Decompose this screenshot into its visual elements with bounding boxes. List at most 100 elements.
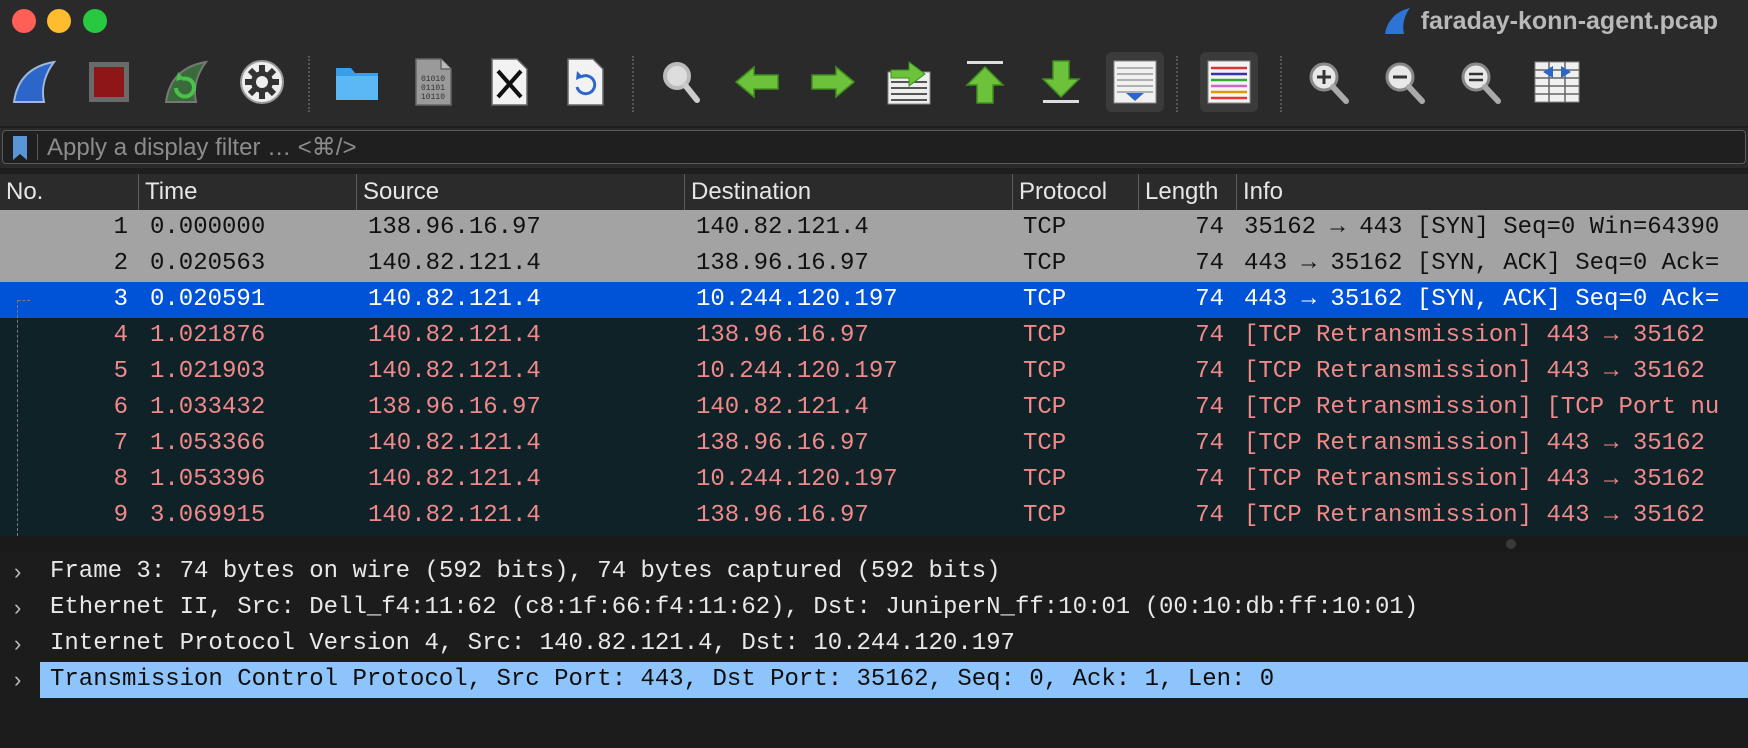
reload-file-button[interactable] <box>556 52 614 112</box>
restart-capture-button[interactable] <box>157 52 215 112</box>
cell-destination: 10.244.120.197 <box>696 358 898 385</box>
detail-tree-item[interactable]: › Frame 3: 74 bytes on wire (592 bits), 7… <box>0 554 1748 590</box>
detail-tree-item-label: Ethernet II, Src: Dell_f4:11:62 (c8:1f:6… <box>50 594 1419 621</box>
detail-tree-item[interactable]: › Transmission Control Protocol, Src Port… <box>0 662 1748 698</box>
splitter-handle[interactable] <box>1506 539 1516 549</box>
colorize-button[interactable] <box>1200 52 1258 112</box>
cell-source: 140.82.121.4 <box>368 466 541 493</box>
window-title: faraday-konn-agent.pcap <box>1383 6 1718 36</box>
resize-columns-button[interactable] <box>1528 52 1586 112</box>
packet-list: 1 0.000000 138.96.16.97 140.82.121.4 TCP 74 35… <box>0 210 1748 536</box>
display-filter-bar <box>0 128 1748 168</box>
cell-length: 74 <box>1195 394 1224 421</box>
cell-source: 140.82.121.4 <box>368 502 541 529</box>
cell-destination: 138.96.16.97 <box>696 430 869 457</box>
cell-source: 138.96.16.97 <box>368 214 541 241</box>
title-bar: faraday-konn-agent.pcap <box>0 0 1748 44</box>
cell-info: [TCP Retransmission] 443 → 35162 <box>1244 466 1705 493</box>
go-to-packet-button[interactable] <box>880 52 938 112</box>
zoom-reset-button[interactable] <box>1452 52 1510 112</box>
packet-row[interactable]: 3 0.020591 140.82.121.4 10.244.120.197 TCP 74… <box>0 282 1748 318</box>
main-toolbar: 01010 01101 10110 <box>0 44 1748 126</box>
close-window-button[interactable] <box>12 9 36 33</box>
column-header-destination[interactable]: Destination <box>684 174 1012 210</box>
zoom-in-icon <box>1309 62 1349 104</box>
cell-time: 1.053366 <box>150 430 266 457</box>
chevron-right-icon[interactable]: › <box>14 554 30 590</box>
cell-info: [TCP Retransmission] [TCP Port nu <box>1244 394 1720 421</box>
column-header-protocol[interactable]: Protocol <box>1012 174 1138 210</box>
cell-length: 74 <box>1195 502 1224 529</box>
packet-row[interactable]: 2 0.020563 140.82.121.4 138.96.16.97 TCP 74 44… <box>0 246 1748 282</box>
reload-file-icon <box>567 58 604 106</box>
cell-destination: 140.82.121.4 <box>696 394 869 421</box>
capture-options-button[interactable] <box>233 52 291 112</box>
cell-length: 74 <box>1195 286 1224 313</box>
display-filter-box <box>2 130 1746 165</box>
pane-splitter[interactable] <box>0 536 1748 552</box>
detail-tree-item[interactable]: › Ethernet II, Src: Dell_f4:11:62 (c8:1f:… <box>0 590 1748 626</box>
cell-no: 1 <box>113 214 128 241</box>
chevron-right-icon[interactable]: › <box>14 590 30 626</box>
display-filter-input[interactable] <box>45 131 1739 165</box>
cell-info: 443 → 35162 [SYN, ACK] Seq=0 Ack= <box>1244 250 1720 277</box>
toolbar-separator <box>308 56 310 112</box>
packet-row[interactable]: 6 1.033432 138.96.16.97 140.82.121.4 TCP 74 [T… <box>0 390 1748 426</box>
packet-row[interactable]: 5 1.021903 140.82.121.4 10.244.120.197 TCP 74… <box>0 354 1748 390</box>
cell-destination: 138.96.16.97 <box>696 322 869 349</box>
column-header-time[interactable]: Time <box>138 174 356 210</box>
magnifier-icon <box>663 62 700 103</box>
go-first-packet-button[interactable] <box>956 52 1014 112</box>
start-capture-button[interactable] <box>5 52 63 112</box>
column-header-info[interactable]: Info <box>1236 174 1748 210</box>
cell-length: 74 <box>1195 466 1224 493</box>
column-header-length[interactable]: Length <box>1138 174 1236 210</box>
cell-info: 443 → 35162 [SYN, ACK] Seq=0 Ack= <box>1244 286 1720 313</box>
go-last-packet-button[interactable] <box>1032 52 1090 112</box>
open-file-button[interactable] <box>328 52 386 112</box>
stop-capture-button[interactable] <box>80 52 138 112</box>
find-packet-button[interactable] <box>652 52 710 112</box>
cell-protocol: TCP <box>1023 430 1067 457</box>
packet-row[interactable]: 1 0.000000 138.96.16.97 140.82.121.4 TCP 74 35… <box>0 210 1748 246</box>
chevron-right-icon[interactable]: › <box>14 662 30 698</box>
detail-tree-item[interactable]: › Internet Protocol Version 4, Src: 140.8… <box>0 626 1748 662</box>
auto-scroll-button[interactable] <box>1106 52 1164 112</box>
binary-file-icon: 01010 01101 10110 <box>415 58 452 106</box>
conversation-bracket <box>17 300 30 536</box>
cell-protocol: TCP <box>1023 466 1067 493</box>
packet-details-pane: › Frame 3: 74 bytes on wire (592 bits), 7… <box>0 552 1748 748</box>
go-back-button[interactable] <box>728 52 786 112</box>
cell-source: 140.82.121.4 <box>368 322 541 349</box>
cell-time: 1.021903 <box>150 358 266 385</box>
packet-row[interactable]: 9 3.069915 140.82.121.4 138.96.16.97 TCP 74 [T… <box>0 498 1748 534</box>
cell-info: [TCP Retransmission] 443 → 35162 <box>1244 358 1705 385</box>
cell-length: 74 <box>1195 250 1224 277</box>
toolbar-separator <box>632 56 634 112</box>
packet-row[interactable]: 8 1.053396 140.82.121.4 10.244.120.197 TCP 74… <box>0 462 1748 498</box>
column-header-no[interactable]: No. <box>0 174 138 210</box>
detail-tree-item-label: Frame 3: 74 bytes on wire (592 bits), 74… <box>50 558 1001 585</box>
zoom-window-button[interactable] <box>83 9 107 33</box>
autoscroll-icon <box>1113 60 1157 104</box>
cell-protocol: TCP <box>1023 286 1067 313</box>
cell-protocol: TCP <box>1023 394 1067 421</box>
packet-row[interactable]: 4 1.021876 140.82.121.4 138.96.16.97 TCP 74 [T… <box>0 318 1748 354</box>
arrow-left-icon <box>734 65 779 99</box>
colorize-lines-icon <box>1207 60 1251 104</box>
bookmark-icon[interactable] <box>13 136 27 160</box>
go-forward-button[interactable] <box>804 52 862 112</box>
gear-icon <box>240 60 284 104</box>
packet-row[interactable]: 7 1.053366 140.82.121.4 138.96.16.97 TCP 74 [T… <box>0 426 1748 462</box>
save-file-button[interactable]: 01010 01101 10110 <box>404 52 462 112</box>
zoom-in-button[interactable] <box>1300 52 1358 112</box>
column-header-source[interactable]: Source <box>356 174 684 210</box>
cell-info: [TCP Retransmission] 443 → 35162 <box>1244 430 1705 457</box>
filter-divider <box>37 134 38 160</box>
cell-destination: 138.96.16.97 <box>696 250 869 277</box>
minimize-window-button[interactable] <box>47 9 71 33</box>
chevron-right-icon[interactable]: › <box>14 626 30 662</box>
close-file-button[interactable] <box>480 52 538 112</box>
zoom-out-button[interactable] <box>1376 52 1434 112</box>
cell-source: 140.82.121.4 <box>368 430 541 457</box>
